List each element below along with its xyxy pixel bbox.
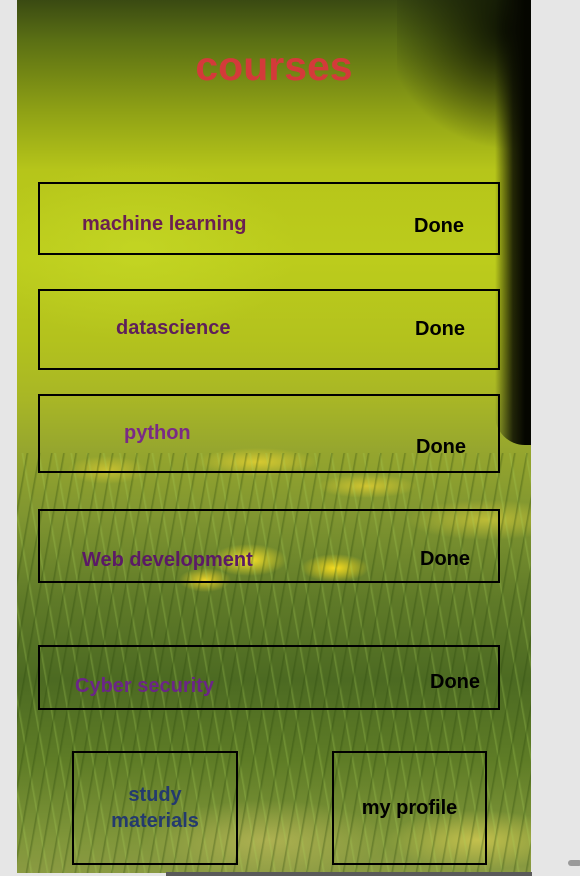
bottom-edge bbox=[166, 872, 532, 876]
course-name: machine learning bbox=[82, 213, 247, 235]
app-screen: courses machine learning Done datascienc… bbox=[17, 0, 531, 873]
study-materials-button[interactable]: study materials bbox=[72, 751, 238, 865]
course-name: Web development bbox=[82, 549, 253, 571]
page-title: courses bbox=[195, 43, 353, 89]
my-profile-label: my profile bbox=[361, 797, 458, 819]
done-button[interactable]: Done bbox=[430, 670, 480, 694]
my-profile-button[interactable]: my profile bbox=[332, 751, 487, 865]
done-button[interactable]: Done bbox=[416, 435, 466, 459]
course-row-python: python Done bbox=[38, 394, 500, 473]
done-button[interactable]: Done bbox=[414, 214, 464, 238]
study-materials-label: study materials bbox=[111, 784, 199, 832]
done-button[interactable]: Done bbox=[415, 317, 465, 341]
course-row-cyber-security: Cyber security Done bbox=[38, 645, 500, 710]
done-button[interactable]: Done bbox=[420, 547, 470, 571]
course-name: datascience bbox=[116, 317, 231, 339]
course-name: Cyber security bbox=[75, 675, 214, 697]
course-name: python bbox=[124, 422, 191, 444]
course-row-web-development: Web development Done bbox=[38, 509, 500, 583]
scrollbar-handle[interactable] bbox=[568, 860, 580, 866]
course-row-machine-learning: machine learning Done bbox=[38, 182, 500, 255]
course-row-datascience: datascience Done bbox=[38, 289, 500, 370]
